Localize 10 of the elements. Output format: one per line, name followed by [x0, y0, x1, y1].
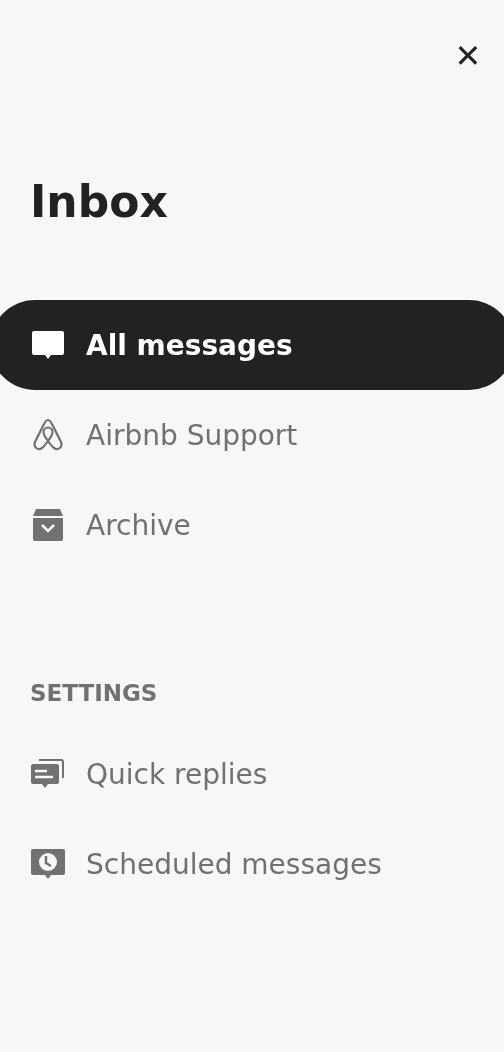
logo-icon	[30, 417, 66, 453]
page-title: Inbox	[30, 175, 168, 229]
nav-item[interactable]: All messages	[0, 300, 504, 390]
section-heading: SETTINGS	[30, 680, 158, 706]
nav-item[interactable]: Airbnb Support	[0, 390, 504, 480]
close-button[interactable]: ✕	[448, 36, 488, 76]
settings-item[interactable]: Quick replies	[0, 729, 504, 819]
settings-item[interactable]: Scheduled messages	[0, 819, 504, 909]
nav-item[interactable]: Archive	[0, 480, 504, 570]
archive-icon	[30, 507, 66, 543]
